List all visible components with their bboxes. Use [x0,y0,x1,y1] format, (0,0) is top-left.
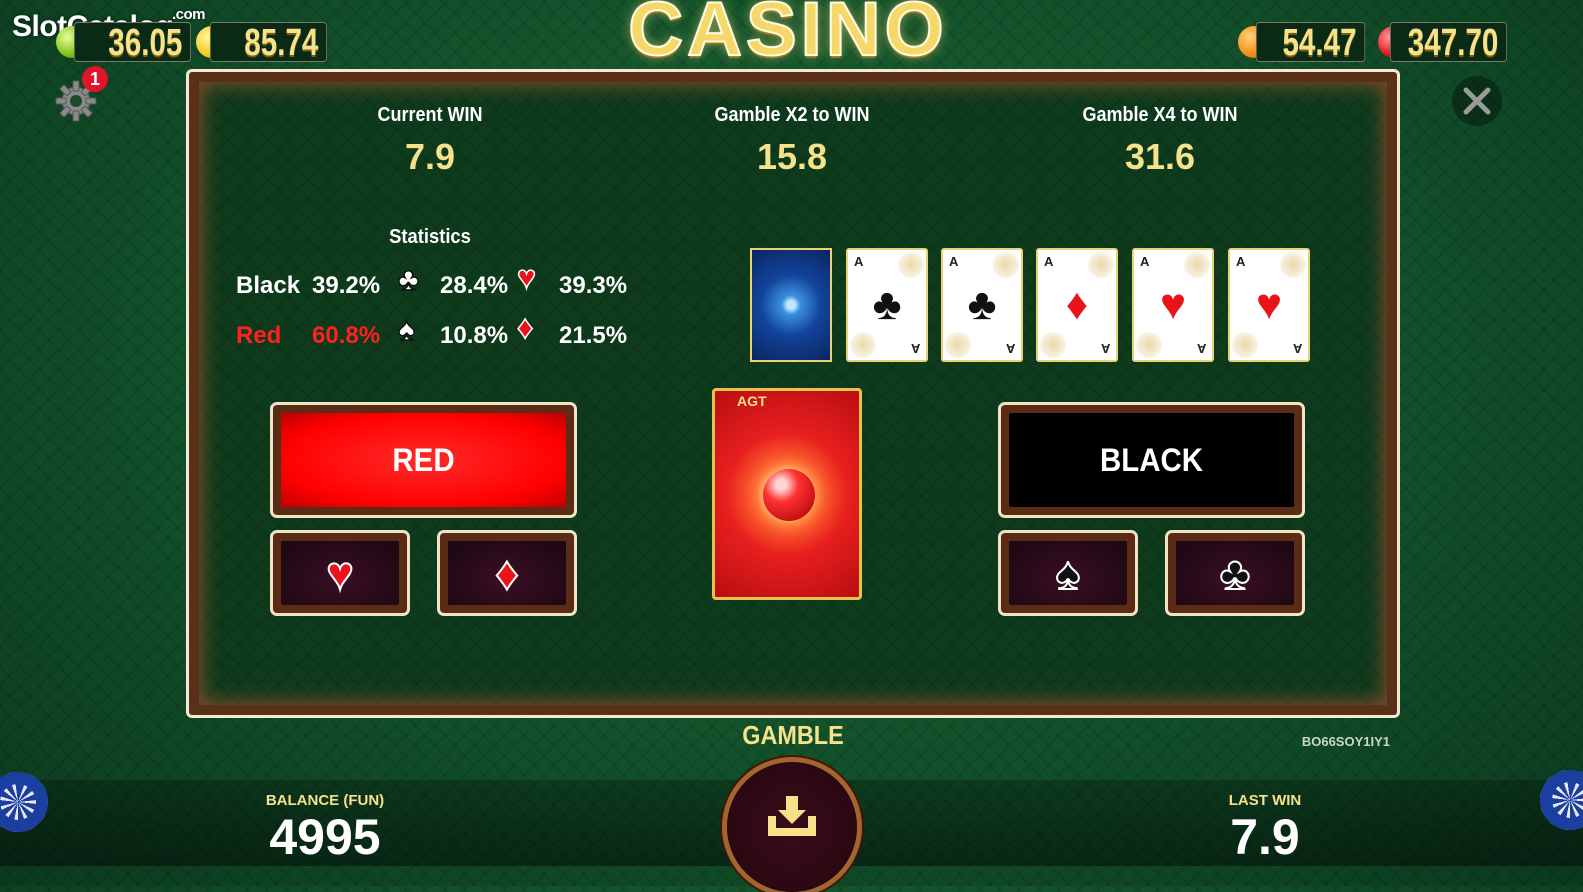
stat-black-label: Black [236,272,301,299]
card-flourish [1136,332,1162,358]
gamble-x2-value: 15.8 [756,136,828,177]
card-rank: A [1100,341,1110,356]
diamonds-card-pip-icon: ♦ [1065,280,1089,329]
hearts-card-pip-icon: ♥ [1159,280,1187,329]
face-down-gamble-card: AGT [712,388,862,600]
history-card: A A ♥ [1228,248,1310,362]
card-flourish [1040,332,1066,358]
hearts-button[interactable]: ♥ [270,530,410,616]
stat-red-pct: 60.8% [312,322,381,349]
history-card: A A ♥ [1132,248,1214,362]
gamble-x2-label: Gamble X2 to WIN [714,104,870,126]
stat-clubs-pct: 28.4% [440,272,509,299]
clubs-button[interactable]: ♣ [1165,530,1305,616]
card-flourish [898,252,924,278]
card-flourish [1232,332,1258,358]
card-rank: A [1196,341,1206,356]
card-flourish [1088,252,1114,278]
clubs-card-pip-icon: ♣ [967,280,997,329]
card-center-orb [763,469,815,521]
card-rank: A [1005,341,1015,356]
card-flourish [850,332,876,358]
left-counter-2-value: 85.74 [244,22,319,64]
black-button-label: BLACK [1099,441,1204,478]
statistics-title: Statistics [389,226,471,248]
stat-red-label: Red [236,322,282,349]
right-counter-2: 347.70 [1390,22,1507,64]
red-button[interactable]: RED [270,402,577,518]
history-card: A A ♣ [941,248,1023,362]
card-flourish [1280,252,1306,278]
left-counter-2: 85.74 [210,22,327,64]
spades-button[interactable]: ♠ [998,530,1138,616]
hearts-stat-icon: ♥ [516,259,537,295]
close-icon [1463,87,1491,115]
stat-diamonds-pct: 21.5% [559,322,628,349]
card-rank: A [1236,254,1246,269]
card-rank: A [1044,254,1054,269]
red-button-label: RED [392,441,455,478]
notification-badge: 1 [82,66,108,92]
card-rank: A [910,341,920,356]
left-counter-1-value: 36.05 [108,22,183,64]
card-flourish [1184,252,1210,278]
gamble-x4-label: Gamble X4 to WIN [1082,104,1238,126]
card-rank: A [1292,341,1302,356]
current-win-value: 7.9 [404,136,456,177]
right-counter-1: 54.47 [1256,22,1366,64]
current-win-label: Current WIN [377,104,483,126]
stat-hearts-pct: 39.3% [559,272,628,299]
spades-icon: ♠ [1055,546,1081,600]
card-logo: AGT [737,393,767,409]
clubs-stat-icon: ♣ [397,261,420,297]
clubs-card-pip-icon: ♣ [872,280,902,329]
card-rank: A [1140,254,1150,269]
session-code: BO66SOY1IY1 [1301,734,1390,749]
card-rank: A [949,254,959,269]
left-counter-1: 36.05 [74,22,191,64]
spades-stat-icon: ♠ [397,311,416,347]
balance-label: BALANCE (FUN) [265,792,385,809]
last-win-label: LAST WIN [1228,792,1302,809]
card-rank: A [854,254,864,269]
history-card-back [750,248,832,362]
gamble-x4-value: 31.6 [1124,136,1196,177]
hearts-card-pip-icon: ♥ [1255,280,1283,329]
collect-button[interactable] [727,762,857,892]
right-counter-2-value: 347.70 [1407,22,1499,64]
right-counter-1-value: 54.47 [1282,22,1357,64]
stat-spades-pct: 10.8% [440,322,509,349]
diamonds-button[interactable]: ♦ [437,530,577,616]
card-flourish [993,252,1019,278]
hearts-icon: ♥ [325,546,354,600]
history-card: A A ♣ [846,248,928,362]
balance-value: 4995 [269,809,381,865]
casino-title: CASINO [627,0,948,72]
stat-black-pct: 39.2% [312,272,381,299]
clubs-icon: ♣ [1219,546,1251,600]
watermark-suffix: .com [172,6,206,23]
diamonds-stat-icon: ♦ [516,309,534,345]
diamonds-icon: ♦ [494,546,519,600]
black-button[interactable]: BLACK [998,402,1305,518]
close-button[interactable] [1452,76,1502,126]
collect-icon [768,796,816,836]
history-card: A A ♦ [1036,248,1118,362]
gamble-label: GAMBLE [742,720,844,750]
card-flourish [945,332,971,358]
last-win-value: 7.9 [1230,809,1300,865]
